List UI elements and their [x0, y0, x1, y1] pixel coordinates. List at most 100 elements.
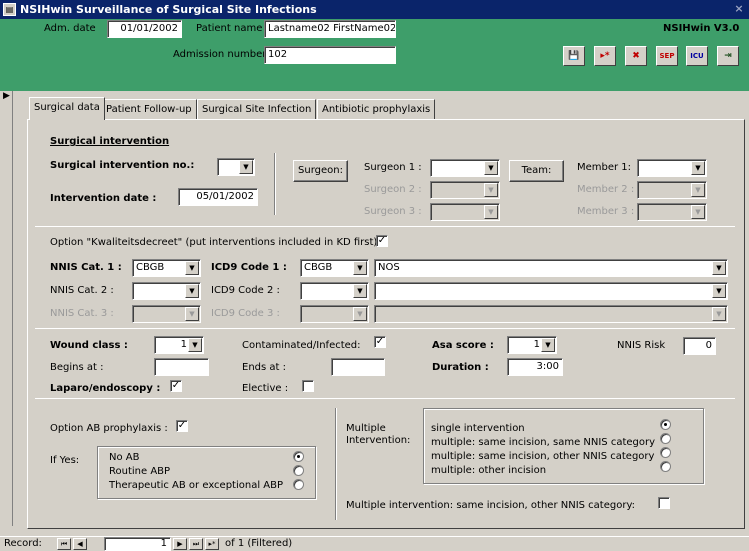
divider [35, 398, 735, 399]
intervention-date-field[interactable]: 05/01/2002 [178, 188, 258, 206]
icd9-code1-dropdown[interactable]: CBGB ▼ [300, 259, 369, 277]
icu-icon[interactable]: ICU [686, 46, 708, 66]
record-number-field[interactable]: 1 [104, 537, 171, 551]
ab-option-radio[interactable] [293, 465, 304, 476]
surgeon2-dropdown: ▼ [430, 181, 500, 199]
adm-date-field[interactable]: 01/01/2002 [107, 20, 182, 38]
next-record-icon[interactable]: ▶ [173, 538, 187, 550]
nnis-risk-field[interactable]: 0 [683, 337, 716, 355]
ab-option-radio[interactable] [293, 451, 304, 462]
duration-label: Duration : [432, 362, 489, 373]
elective-checkbox[interactable] [302, 380, 314, 392]
ab-option-radio[interactable] [293, 479, 304, 490]
previous-record-icon[interactable]: ◀ [73, 538, 87, 550]
adm-date-label: Adm. date [44, 23, 96, 34]
nnis-risk-label: NNIS Risk [617, 340, 666, 351]
ab-option-label: No AB [109, 452, 140, 463]
asa-score-dropdown[interactable]: 1 ▼ [507, 336, 557, 354]
surgeon1-dropdown[interactable]: ▼ [430, 159, 500, 177]
contaminated-checkbox[interactable]: ✓ [374, 336, 386, 348]
chevron-down-icon[interactable]: ▼ [188, 338, 202, 352]
sep-icon[interactable]: SEP [656, 46, 678, 66]
patient-name-label: Patient name [196, 23, 263, 34]
ends-at-field[interactable] [331, 358, 385, 376]
asa-score-label: Asa score : [432, 340, 494, 351]
begins-at-field[interactable] [154, 358, 209, 376]
member3-label: Member 3 : [577, 206, 635, 217]
tab-surgical-data[interactable]: Surgical data [29, 97, 105, 120]
close-icon[interactable]: × [732, 3, 746, 16]
duration-field[interactable]: 3:00 [507, 358, 563, 376]
laparo-checkbox[interactable]: ✓ [170, 380, 182, 392]
title-bar: ▤ NSIHwin Surveillance of Surgical Site … [0, 0, 749, 19]
intervention-date-label: Intervention date : [50, 193, 157, 204]
divider [35, 226, 735, 227]
if-yes-label: If Yes: [50, 455, 80, 466]
multiple-option-radio[interactable] [660, 419, 671, 430]
surgeon-button[interactable]: Surgeon: [293, 160, 348, 182]
first-record-icon[interactable]: ⏮ [57, 538, 71, 550]
divider [35, 328, 735, 329]
nnis-cat2-label: NNIS Cat. 2 : [50, 285, 114, 296]
exit-icon[interactable]: ⇥ [717, 46, 739, 66]
kd-checkbox[interactable]: ✓ [376, 235, 388, 247]
member1-dropdown[interactable]: ▼ [637, 159, 707, 177]
wound-class-value: 1 [180, 339, 187, 350]
new-record-icon[interactable]: ▸* [205, 538, 219, 550]
chevron-down-icon: ▼ [484, 183, 498, 197]
multiple-option-radio[interactable] [660, 461, 671, 472]
icd9-code2-description-dropdown[interactable]: ▼ [374, 282, 728, 300]
new-record-icon[interactable]: ▸* [594, 46, 616, 66]
intervention-no-label: Surgical intervention no.: [50, 160, 195, 171]
nnis-cat2-dropdown[interactable]: ▼ [132, 282, 201, 300]
last-record-icon[interactable]: ⏭ [189, 538, 203, 550]
surgical-intervention-heading: Surgical intervention [50, 136, 170, 147]
divider [274, 153, 276, 215]
chevron-down-icon[interactable]: ▼ [185, 261, 199, 275]
ab-option-label: Therapeutic AB or exceptional ABP [109, 480, 284, 491]
tab-surgical-site-infection[interactable]: Surgical Site Infection [197, 99, 317, 120]
nnis-cat1-dropdown[interactable]: CBGB ▼ [132, 259, 201, 277]
multiple-other-category-label: Multiple intervention: same incision, ot… [346, 500, 636, 511]
wound-class-dropdown[interactable]: 1 ▼ [154, 336, 204, 354]
surgeon1-label: Surgeon 1 : [364, 162, 422, 173]
nnis-cat3-dropdown: ▼ [132, 305, 201, 323]
multiple-other-category-checkbox[interactable] [658, 497, 670, 509]
chevron-down-icon: ▼ [691, 183, 705, 197]
multiple-option-radio[interactable] [660, 447, 671, 458]
intervention-no-dropdown[interactable]: ▼ [217, 158, 255, 176]
multiple-intervention-label: Multiple Intervention: [346, 423, 411, 446]
multiple-option-label: multiple: other incision [431, 465, 547, 476]
chevron-down-icon[interactable]: ▼ [353, 261, 367, 275]
contaminated-label: Contaminated/Infected: [242, 340, 361, 351]
multiple-option-radio[interactable] [660, 433, 671, 444]
chevron-down-icon: ▼ [484, 205, 498, 219]
team-button[interactable]: Team: [509, 160, 564, 182]
surgeon2-label: Surgeon 2 : [364, 184, 422, 195]
chevron-down-icon[interactable]: ▼ [484, 161, 498, 175]
chevron-down-icon[interactable]: ▼ [239, 160, 253, 174]
chevron-down-icon[interactable]: ▼ [185, 284, 199, 298]
icd9-code3-description-dropdown: ▼ [374, 305, 728, 323]
chevron-down-icon[interactable]: ▼ [353, 284, 367, 298]
chevron-down-icon[interactable]: ▼ [541, 338, 555, 352]
ab-prophylaxis-label: Option AB prophylaxis : [50, 423, 168, 434]
save-icon[interactable]: 💾 [563, 46, 585, 66]
icd9-code2-dropdown[interactable]: ▼ [300, 282, 369, 300]
chevron-down-icon[interactable]: ▼ [691, 161, 705, 175]
member3-dropdown: ▼ [637, 203, 707, 221]
chevron-down-icon[interactable]: ▼ [712, 261, 726, 275]
patient-name-field[interactable]: Lastname02 FirstName02 [264, 20, 396, 38]
icd9-code1-description-dropdown[interactable]: NOS ▼ [374, 259, 728, 277]
tab-patient-follow-up[interactable]: Patient Follow-up [101, 99, 197, 120]
nnis-cat1-value: CBGB [136, 262, 165, 273]
delete-record-icon[interactable]: ✖ [625, 46, 647, 66]
ab-prophylaxis-checkbox[interactable]: ✓ [176, 420, 188, 432]
admission-number-field[interactable]: 102 [264, 46, 396, 64]
icd9-code1-description: NOS [378, 262, 400, 273]
record-selector[interactable]: ▶ [0, 91, 13, 526]
member2-dropdown: ▼ [637, 181, 707, 199]
multiple-option-label: multiple: same incision, same NNIS categ… [431, 437, 656, 448]
tab-antibiotic-prophylaxis[interactable]: Antibiotic prophylaxis [317, 99, 436, 120]
chevron-down-icon[interactable]: ▼ [712, 284, 726, 298]
